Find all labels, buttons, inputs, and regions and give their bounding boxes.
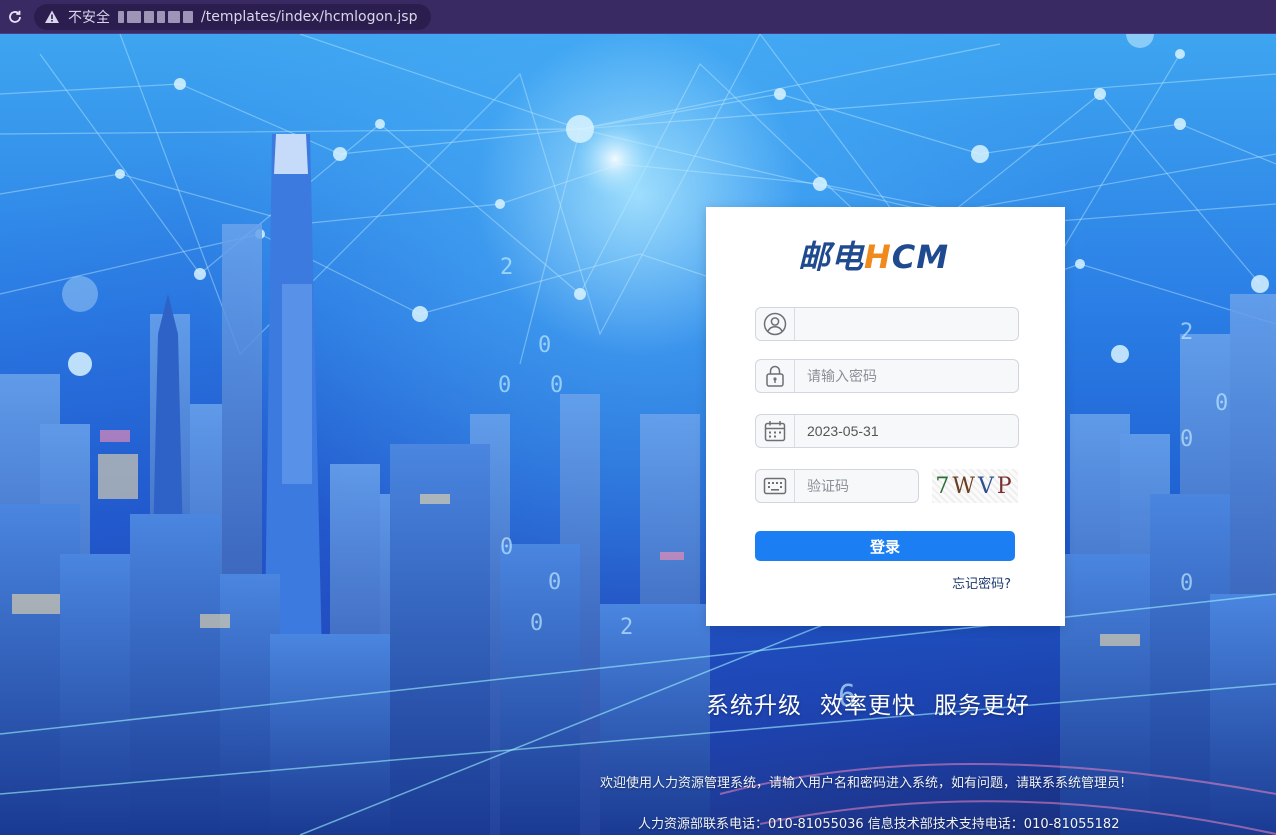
slogan-item: 系统升级 xyxy=(706,693,802,719)
svg-text:0: 0 xyxy=(498,373,511,398)
url-path: /templates/index/hcmlogon.jsp xyxy=(201,8,418,25)
svg-text:0: 0 xyxy=(548,570,561,595)
svg-text:0: 0 xyxy=(538,333,551,358)
browser-address-bar: 不安全 /templates/index/hcmlogon.jsp xyxy=(0,0,1276,34)
security-label: 不安全 xyxy=(68,9,110,26)
password-input[interactable] xyxy=(795,361,1018,391)
slogan-item: 效率更快 xyxy=(820,693,916,719)
svg-text:0: 0 xyxy=(1215,391,1228,416)
user-icon xyxy=(756,308,795,340)
captcha-input[interactable] xyxy=(795,471,918,501)
forgot-password-link[interactable]: 忘记密码? xyxy=(952,573,1011,592)
captcha-image[interactable]: 7WVP xyxy=(932,469,1018,503)
keyboard-icon xyxy=(756,470,795,502)
date-field[interactable] xyxy=(755,414,1019,448)
svg-text:0: 0 xyxy=(1180,571,1193,596)
reload-icon[interactable] xyxy=(2,4,28,30)
contact-text: 人力资源部联系电话：010-81055036 信息技术部技术支持电话：010-8… xyxy=(638,817,1120,832)
calendar-icon xyxy=(756,415,795,447)
date-input[interactable] xyxy=(795,416,1018,446)
hcm-logo: 邮电HCM xyxy=(798,238,950,276)
lock-icon xyxy=(756,360,795,392)
svg-text:0: 0 xyxy=(530,611,543,636)
password-field[interactable] xyxy=(755,359,1019,393)
warning-icon xyxy=(44,9,60,25)
login-button[interactable]: 登录 xyxy=(755,531,1015,561)
svg-text:2: 2 xyxy=(500,255,513,280)
username-input[interactable] xyxy=(795,309,1018,339)
svg-text:0: 0 xyxy=(1180,427,1193,452)
captcha-field[interactable] xyxy=(755,469,919,503)
svg-text:0: 0 xyxy=(550,373,563,398)
svg-text:2: 2 xyxy=(1180,320,1193,345)
welcome-text: 欢迎使用人力资源管理系统，请输入用户名和密码进入系统，如有问题，请联系系统管理员… xyxy=(600,776,1126,791)
city-network-background: 000 000 000 222 6 xyxy=(0,34,1276,835)
slogan-item: 服务更好 xyxy=(934,693,1030,719)
username-field[interactable] xyxy=(755,307,1019,341)
slogan: 系统升级 效率更快 服务更好 xyxy=(706,686,1048,720)
redacted-host xyxy=(118,10,193,23)
svg-text:2: 2 xyxy=(620,615,633,640)
svg-text:0: 0 xyxy=(500,535,513,560)
login-card: 邮电HCM 7WVP 登录 忘记密码? xyxy=(706,207,1065,626)
url-field[interactable]: 不安全 /templates/index/hcmlogon.jsp xyxy=(34,3,432,30)
